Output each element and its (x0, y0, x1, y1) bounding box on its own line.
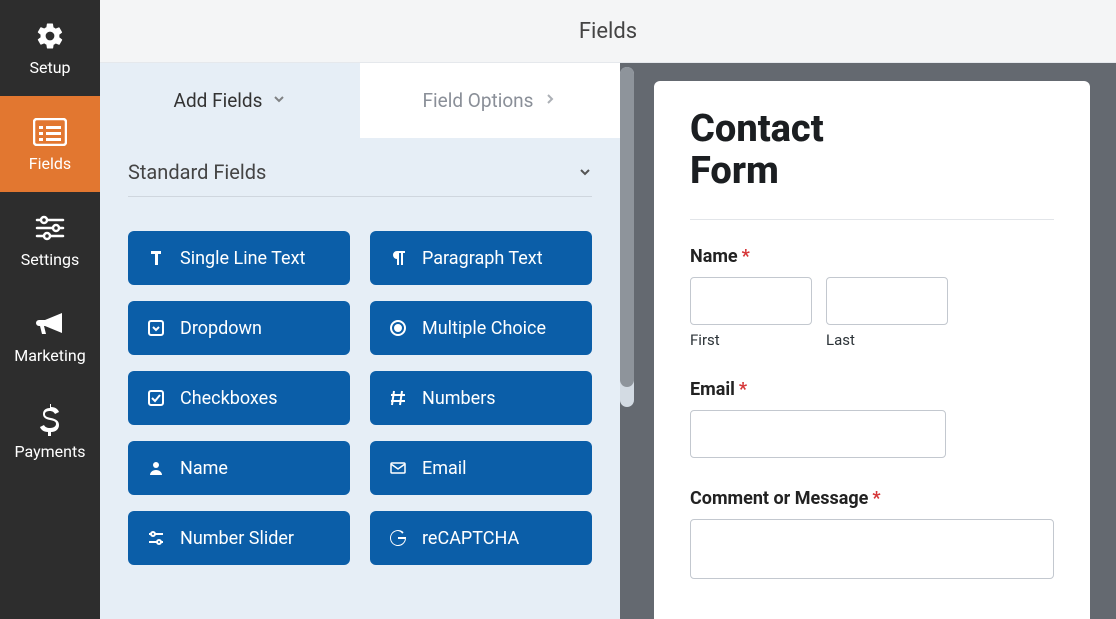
preview-wrap: Contact Form Name* First (628, 63, 1116, 619)
sidebar: Setup Fields Settings Marketing Payments (0, 0, 100, 619)
content: Add Fields Field Options Standa (100, 63, 1116, 619)
message-field-block: Comment or Message* (690, 488, 1054, 579)
last-name-col: Last (826, 277, 948, 349)
sidebar-item-label: Marketing (14, 346, 85, 365)
sidebar-item-marketing[interactable]: Marketing (0, 288, 100, 384)
builder-tabs: Add Fields Field Options (100, 63, 620, 138)
first-name-input[interactable] (690, 277, 812, 325)
page-header: Fields (100, 0, 1116, 63)
sidebar-item-label: Fields (29, 154, 71, 173)
field-label: Number Slider (180, 528, 294, 549)
field-numbers[interactable]: Numbers (370, 371, 592, 425)
envelope-icon (388, 458, 408, 478)
required-mark: * (739, 379, 747, 400)
field-name[interactable]: Name (128, 441, 350, 495)
field-dropdown[interactable]: Dropdown (128, 301, 350, 355)
text-cursor-icon (146, 248, 166, 268)
tab-add-fields[interactable]: Add Fields (100, 63, 360, 138)
last-name-input[interactable] (826, 277, 948, 325)
bullhorn-icon (35, 308, 65, 340)
tab-field-options[interactable]: Field Options (360, 63, 620, 138)
field-label: Checkboxes (180, 388, 278, 409)
name-row: First Last (690, 277, 1054, 349)
radio-icon (388, 318, 408, 338)
field-label: Numbers (422, 388, 496, 409)
divider (690, 219, 1054, 220)
name-label: Name* (690, 246, 1054, 267)
section-header[interactable]: Standard Fields (128, 160, 592, 197)
app-root: Setup Fields Settings Marketing Payments (0, 0, 1116, 619)
message-label: Comment or Message* (690, 488, 1054, 509)
field-paragraph-text[interactable]: Paragraph Text (370, 231, 592, 285)
sidebar-item-label: Payments (14, 442, 85, 461)
sidebar-item-label: Setup (29, 58, 70, 77)
chevron-right-icon (543, 92, 557, 110)
field-grid: Single Line Text Paragraph Text Dropdown… (100, 231, 620, 593)
checkbox-icon (146, 388, 166, 408)
gear-icon (35, 20, 65, 52)
field-label: Email (422, 458, 467, 479)
builder-panel: Add Fields Field Options Standa (100, 63, 628, 619)
name-field-block: Name* First Last (690, 246, 1054, 349)
chevron-down-icon (578, 160, 592, 184)
form-title: Contact Form (690, 109, 1054, 193)
hash-icon (388, 388, 408, 408)
sidebar-item-setup[interactable]: Setup (0, 0, 100, 96)
field-label: Single Line Text (180, 248, 305, 269)
field-label: Paragraph Text (422, 248, 543, 269)
field-number-slider[interactable]: Number Slider (128, 511, 350, 565)
field-checkboxes[interactable]: Checkboxes (128, 371, 350, 425)
sidebar-item-payments[interactable]: Payments (0, 384, 100, 480)
field-multiple-choice[interactable]: Multiple Choice (370, 301, 592, 355)
field-single-line-text[interactable]: Single Line Text (128, 231, 350, 285)
list-icon (33, 116, 67, 148)
required-mark: * (742, 246, 750, 267)
section-standard-fields: Standard Fields (100, 138, 620, 231)
email-label: Email* (690, 379, 1054, 400)
field-recaptcha[interactable]: reCAPTCHA (370, 511, 592, 565)
chevron-down-icon (272, 92, 286, 110)
paragraph-icon (388, 248, 408, 268)
main: Fields Add Fields Field Options (100, 0, 1116, 619)
email-field-block: Email* (690, 379, 1054, 458)
sidebar-item-fields[interactable]: Fields (0, 96, 100, 192)
first-sublabel: First (690, 331, 812, 349)
user-icon (146, 458, 166, 478)
email-input[interactable] (690, 410, 946, 458)
dropdown-icon (146, 318, 166, 338)
field-email[interactable]: Email (370, 441, 592, 495)
section-title: Standard Fields (128, 160, 266, 184)
first-name-col: First (690, 277, 812, 349)
tab-label: Field Options (423, 89, 534, 112)
field-label: Multiple Choice (422, 318, 546, 339)
scrollbar-thumb[interactable] (620, 67, 634, 387)
page-title: Fields (579, 19, 637, 44)
field-label: Dropdown (180, 318, 262, 339)
sidebar-item-label: Settings (21, 250, 79, 269)
required-mark: * (872, 488, 880, 509)
sliders-icon (146, 528, 166, 548)
sliders-icon (35, 212, 65, 244)
last-sublabel: Last (826, 331, 948, 349)
message-input[interactable] (690, 519, 1054, 579)
dollar-icon (40, 404, 60, 436)
field-label: Name (180, 458, 228, 479)
form-preview: Contact Form Name* First (654, 81, 1090, 619)
sidebar-item-settings[interactable]: Settings (0, 192, 100, 288)
google-icon (388, 528, 408, 548)
field-label: reCAPTCHA (422, 528, 519, 549)
tab-label: Add Fields (174, 89, 263, 112)
